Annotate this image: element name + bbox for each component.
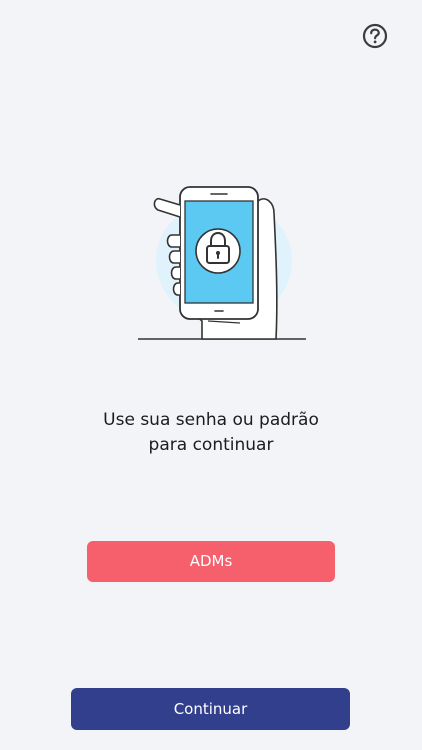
instruction-line-1: Use sua senha ou padrão xyxy=(103,410,319,430)
unlock-instruction: Use sua senha ou padrão para continuar xyxy=(0,408,422,458)
continue-button[interactable]: Continuar xyxy=(71,688,350,730)
instruction-line-2: para continuar xyxy=(148,435,274,455)
help-icon[interactable] xyxy=(362,23,388,49)
phone-lock-illustration xyxy=(136,183,308,343)
adms-button[interactable]: ADMs xyxy=(87,541,335,582)
